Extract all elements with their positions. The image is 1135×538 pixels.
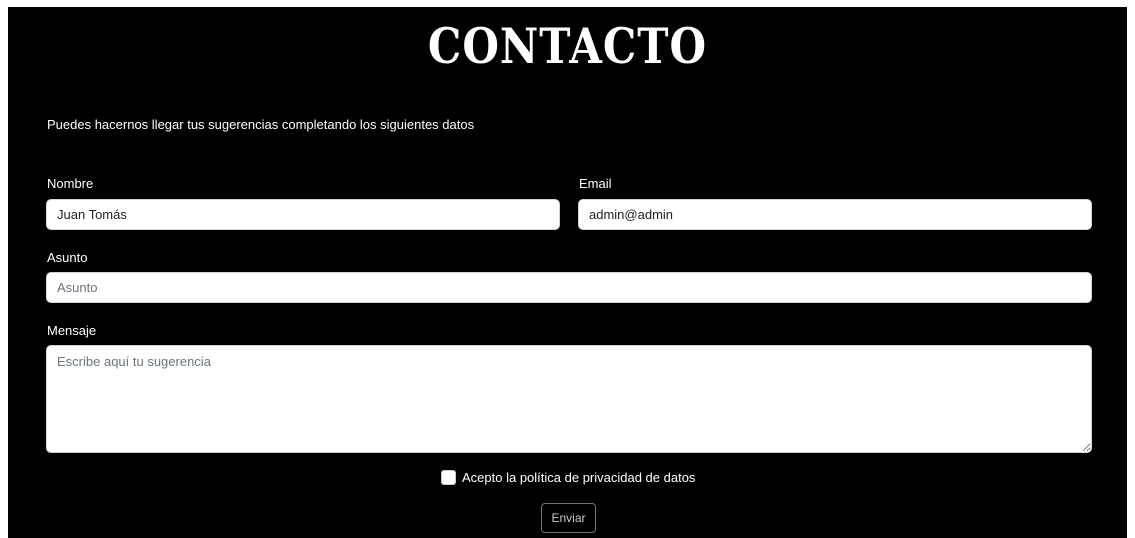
message-label: Mensaje	[47, 323, 97, 338]
privacy-checkbox[interactable]	[441, 470, 456, 485]
name-field[interactable]	[46, 199, 560, 230]
message-textarea[interactable]	[46, 345, 1092, 453]
email-label: Email	[579, 176, 612, 191]
page-title: CONTACTO	[427, 18, 708, 75]
privacy-consent[interactable]: Acepto la política de privacidad de dato…	[441, 470, 695, 485]
intro-text: Puedes hacernos llegar tus sugerencias c…	[47, 117, 475, 132]
contact-page: CONTACTO Puedes hacernos llegar tus suge…	[8, 7, 1127, 538]
email-field[interactable]	[578, 199, 1092, 230]
privacy-consent-label: Acepto la política de privacidad de dato…	[462, 470, 696, 485]
submit-button[interactable]: Enviar	[541, 503, 596, 533]
subject-label: Asunto	[47, 250, 88, 265]
subject-field[interactable]	[46, 272, 1092, 303]
name-label: Nombre	[47, 176, 94, 191]
